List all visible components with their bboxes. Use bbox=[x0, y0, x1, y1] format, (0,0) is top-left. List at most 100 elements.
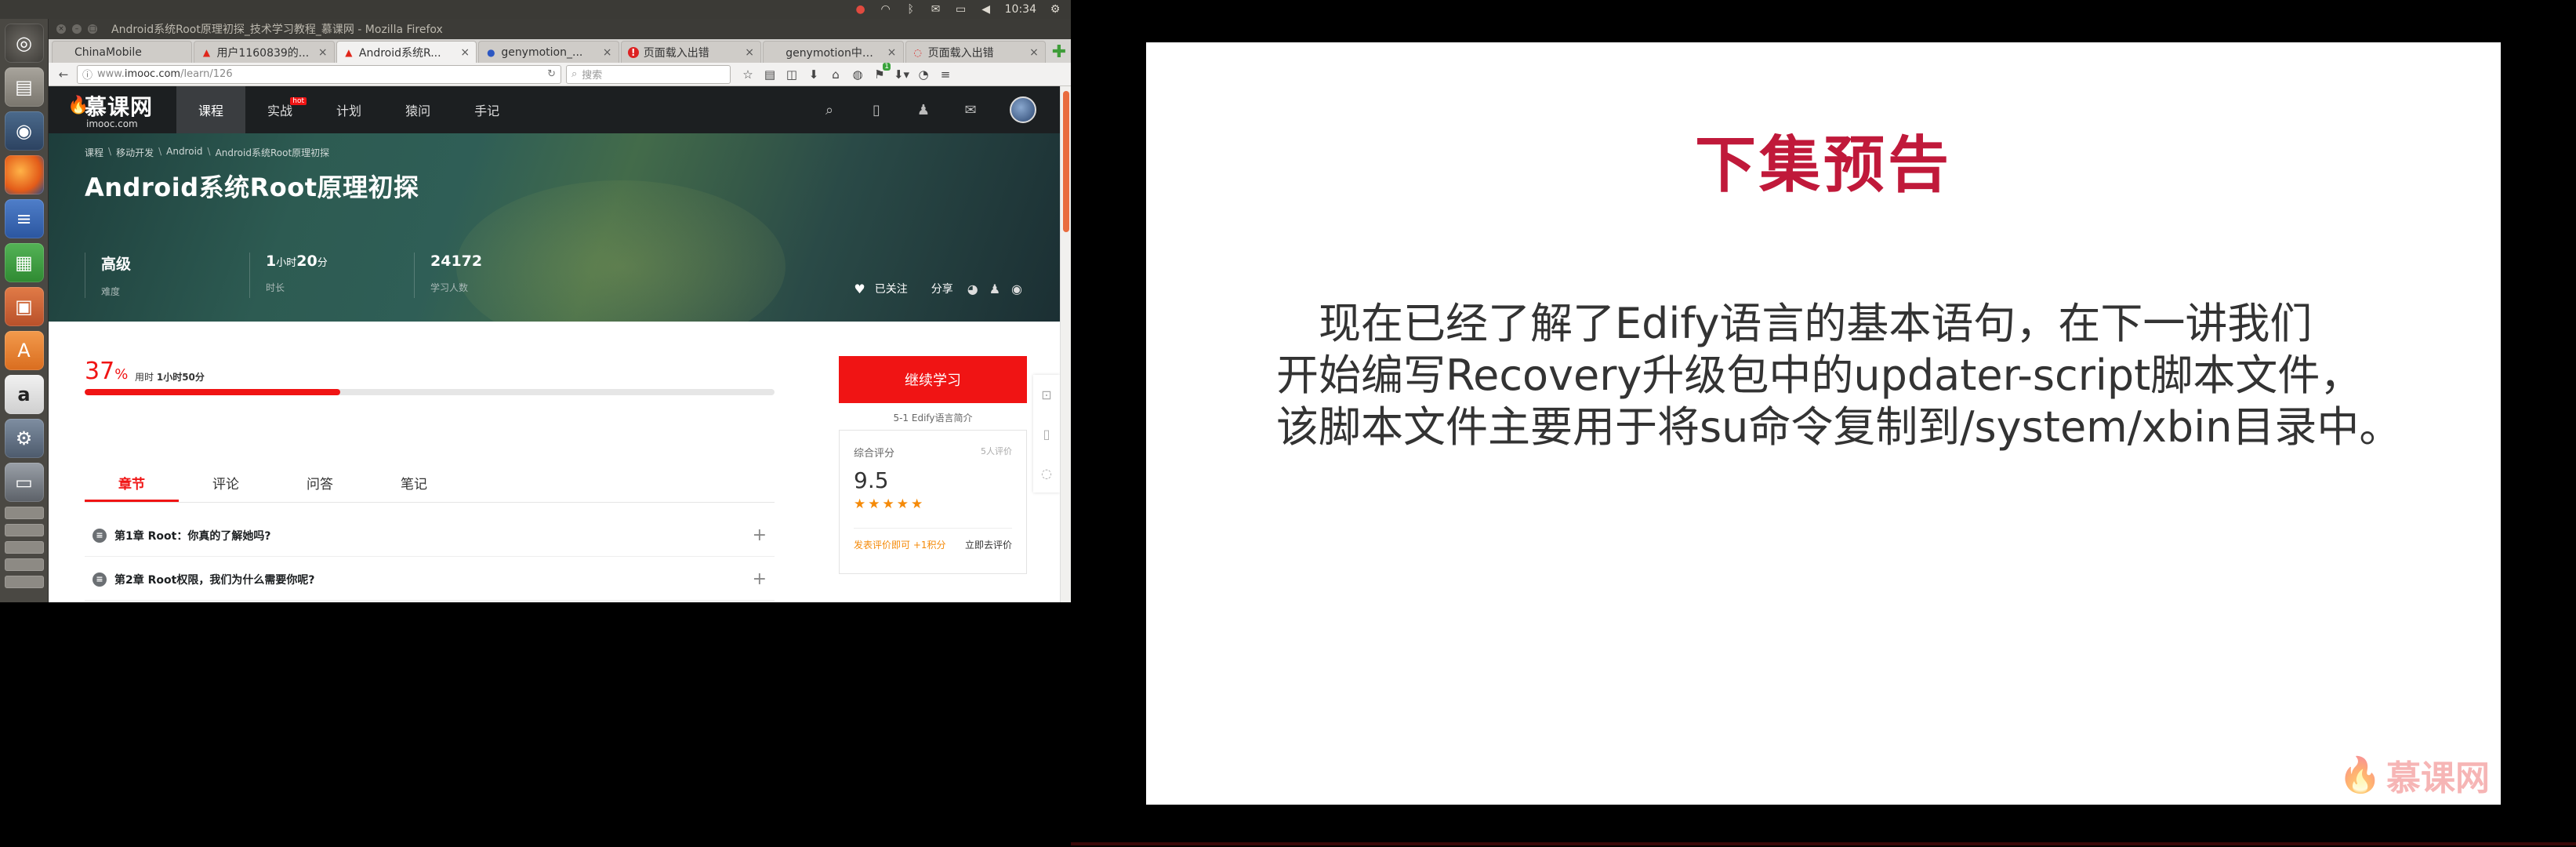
nav-courses[interactable]: 课程 bbox=[176, 86, 246, 133]
close-tab-icon[interactable]: × bbox=[887, 46, 897, 59]
slide-line: 该脚本文件主要用于将su命令复制到/system/xbin目录中。 bbox=[1276, 402, 2402, 452]
nav-notes[interactable]: 手记 bbox=[452, 86, 521, 133]
url-bar[interactable]: ⓘ www.imooc.com/learn/126 ↻ bbox=[77, 64, 561, 84]
close-tab-icon[interactable]: × bbox=[460, 46, 470, 59]
workspace-icon[interactable] bbox=[4, 524, 44, 536]
info-icon[interactable]: ⓘ bbox=[82, 67, 93, 82]
calc-icon[interactable]: ▦ bbox=[4, 243, 44, 282]
browser-tab[interactable]: ● genymotion_... × bbox=[478, 41, 619, 63]
page-scrollbar[interactable] bbox=[1060, 86, 1071, 602]
search-input[interactable]: ⌕ 搜索 bbox=[566, 64, 731, 84]
search-icon[interactable]: ⌕ bbox=[822, 102, 837, 118]
dash-icon[interactable]: ◎ bbox=[4, 24, 44, 63]
site-logo[interactable]: 🔥 慕课网 imooc.com bbox=[67, 90, 153, 129]
course-stats: 高级 难度 1小时20分 时长 24172 学习人数 bbox=[85, 253, 579, 298]
browser-tab[interactable]: ▲ 用户1160839的... × bbox=[194, 41, 335, 63]
impress-icon[interactable]: ▣ bbox=[4, 287, 44, 326]
reading-list-icon[interactable]: ▤ bbox=[762, 67, 778, 82]
software-center-icon[interactable]: A bbox=[4, 331, 44, 370]
wifi-icon[interactable]: ◠ bbox=[880, 3, 892, 16]
chapter-row[interactable]: ≡ 第2章 Root权限，我们为什么需要你呢? + bbox=[85, 558, 775, 601]
nav-questions[interactable]: 猿问 bbox=[383, 86, 452, 133]
close-tab-icon[interactable]: × bbox=[745, 46, 754, 59]
follow-button[interactable]: 已关注 bbox=[875, 281, 908, 296]
browser-tab-active[interactable]: ▲ Android系统R... × bbox=[336, 41, 477, 63]
user-avatar[interactable] bbox=[1010, 96, 1036, 123]
media-icon[interactable]: ◉ bbox=[4, 111, 44, 151]
chapter-row[interactable]: ≡ 第1章 Root：你真的了解她吗? + bbox=[85, 514, 775, 557]
favicon-icon: ▲ bbox=[202, 46, 211, 58]
continue-learning-button[interactable]: 继续学习 bbox=[839, 356, 1027, 403]
mail-icon[interactable]: ✉ bbox=[930, 3, 942, 16]
workspace-icon[interactable] bbox=[4, 507, 44, 519]
tab-comments[interactable]: 评论 bbox=[179, 463, 273, 502]
download-icon[interactable]: ⬇ bbox=[806, 67, 822, 82]
scroll-thumb[interactable] bbox=[1063, 91, 1069, 232]
battery-icon[interactable]: ▭ bbox=[955, 3, 967, 16]
close-tab-icon[interactable]: × bbox=[318, 46, 328, 59]
breadcrumb-item: Android系统Root原理初探 bbox=[215, 147, 330, 158]
downloads-dropdown-icon[interactable]: ⬇▾ bbox=[894, 67, 909, 82]
maximize-window-icon[interactable]: □ bbox=[88, 24, 97, 34]
trash-icon[interactable] bbox=[4, 576, 44, 588]
qq-icon[interactable]: ♟ bbox=[989, 282, 1000, 296]
drive-icon[interactable]: ▭ bbox=[4, 463, 44, 502]
minimize-window-icon[interactable]: – bbox=[72, 24, 82, 34]
back-icon[interactable]: ← bbox=[55, 66, 72, 83]
expand-icon[interactable]: + bbox=[753, 525, 767, 545]
home-icon[interactable]: ⌂ bbox=[828, 67, 844, 82]
flame-logo-icon: 🔥 bbox=[67, 96, 89, 115]
tab-label: genymotion中文... bbox=[785, 46, 883, 60]
wechat-icon[interactable]: ◕ bbox=[967, 282, 978, 296]
workspace-icon[interactable] bbox=[4, 541, 44, 554]
nav-plan[interactable]: 计划 bbox=[314, 86, 383, 133]
menu-icon[interactable]: ≡ bbox=[938, 67, 953, 82]
expand-icon[interactable]: + bbox=[753, 569, 767, 589]
amazon-icon[interactable]: a bbox=[4, 375, 44, 414]
mobile-icon[interactable]: ▯ bbox=[1043, 427, 1050, 442]
clock[interactable]: 10:34 bbox=[1005, 3, 1036, 16]
reload-icon[interactable]: ↻ bbox=[547, 68, 556, 80]
tab-qa[interactable]: 问答 bbox=[273, 463, 367, 502]
message-icon[interactable]: ✉ bbox=[963, 102, 978, 118]
browser-tab[interactable]: genymotion中文... × bbox=[763, 41, 904, 63]
pocket-icon[interactable]: ◫ bbox=[784, 67, 800, 82]
breadcrumb-item[interactable]: Android bbox=[166, 146, 202, 159]
chat-icon[interactable]: ◍ bbox=[850, 67, 865, 82]
tab-label: ChinaMobile bbox=[74, 45, 142, 59]
progress-fill bbox=[85, 389, 340, 395]
browser-tab[interactable]: ChinaMobile bbox=[52, 41, 193, 63]
workspace-icon[interactable] bbox=[4, 558, 44, 571]
close-window-icon[interactable]: × bbox=[56, 24, 66, 34]
notification-icon[interactable]: ● bbox=[854, 3, 867, 16]
heart-icon[interactable]: ♥ bbox=[854, 282, 865, 296]
mobile-app-icon[interactable]: ▯ bbox=[869, 102, 884, 118]
nav-practice[interactable]: 实战 hot bbox=[245, 86, 314, 133]
settings-icon[interactable]: ⚙ bbox=[4, 419, 44, 458]
weibo-icon[interactable]: ◉ bbox=[1011, 282, 1022, 296]
close-tab-icon[interactable]: × bbox=[1029, 46, 1039, 59]
writer-icon[interactable]: ≡ bbox=[4, 199, 44, 238]
bookmark-star-icon[interactable]: ☆ bbox=[740, 67, 756, 82]
firefox-icon[interactable] bbox=[4, 155, 44, 194]
browser-tab[interactable]: ◌ 页面载入出错 × bbox=[905, 41, 1047, 63]
files-icon[interactable]: ▤ bbox=[4, 67, 44, 107]
notification-bell-icon[interactable]: ♟ bbox=[916, 102, 931, 118]
extension-icon[interactable]: ⚑ 1 bbox=[872, 62, 891, 82]
feedback-icon[interactable]: ⊡ bbox=[1041, 387, 1051, 402]
tab-chapters[interactable]: 章节 bbox=[85, 463, 179, 502]
breadcrumb-item[interactable]: 课程 bbox=[85, 146, 103, 159]
time-used: 用时 1小时50分 bbox=[135, 372, 205, 383]
new-tab-button[interactable]: ✚ bbox=[1047, 41, 1071, 63]
sync-icon[interactable]: ◔ bbox=[916, 67, 931, 82]
close-tab-icon[interactable]: × bbox=[603, 46, 612, 59]
chat-bubble-icon[interactable]: ◌ bbox=[1041, 466, 1052, 481]
next-lesson-link[interactable]: 5-1 Edify语言简介 bbox=[839, 411, 1027, 424]
rate-now-link[interactable]: 立即去评价 bbox=[965, 538, 1012, 551]
bluetooth-icon[interactable]: ᛒ bbox=[905, 3, 917, 16]
gear-icon[interactable]: ⚙ bbox=[1049, 3, 1061, 16]
volume-icon[interactable]: ◀ bbox=[980, 3, 992, 16]
browser-tab[interactable]: ! 页面载入出错 × bbox=[620, 41, 762, 63]
tab-notes[interactable]: 笔记 bbox=[367, 463, 461, 502]
breadcrumb-item[interactable]: 移动开发 bbox=[116, 146, 154, 159]
